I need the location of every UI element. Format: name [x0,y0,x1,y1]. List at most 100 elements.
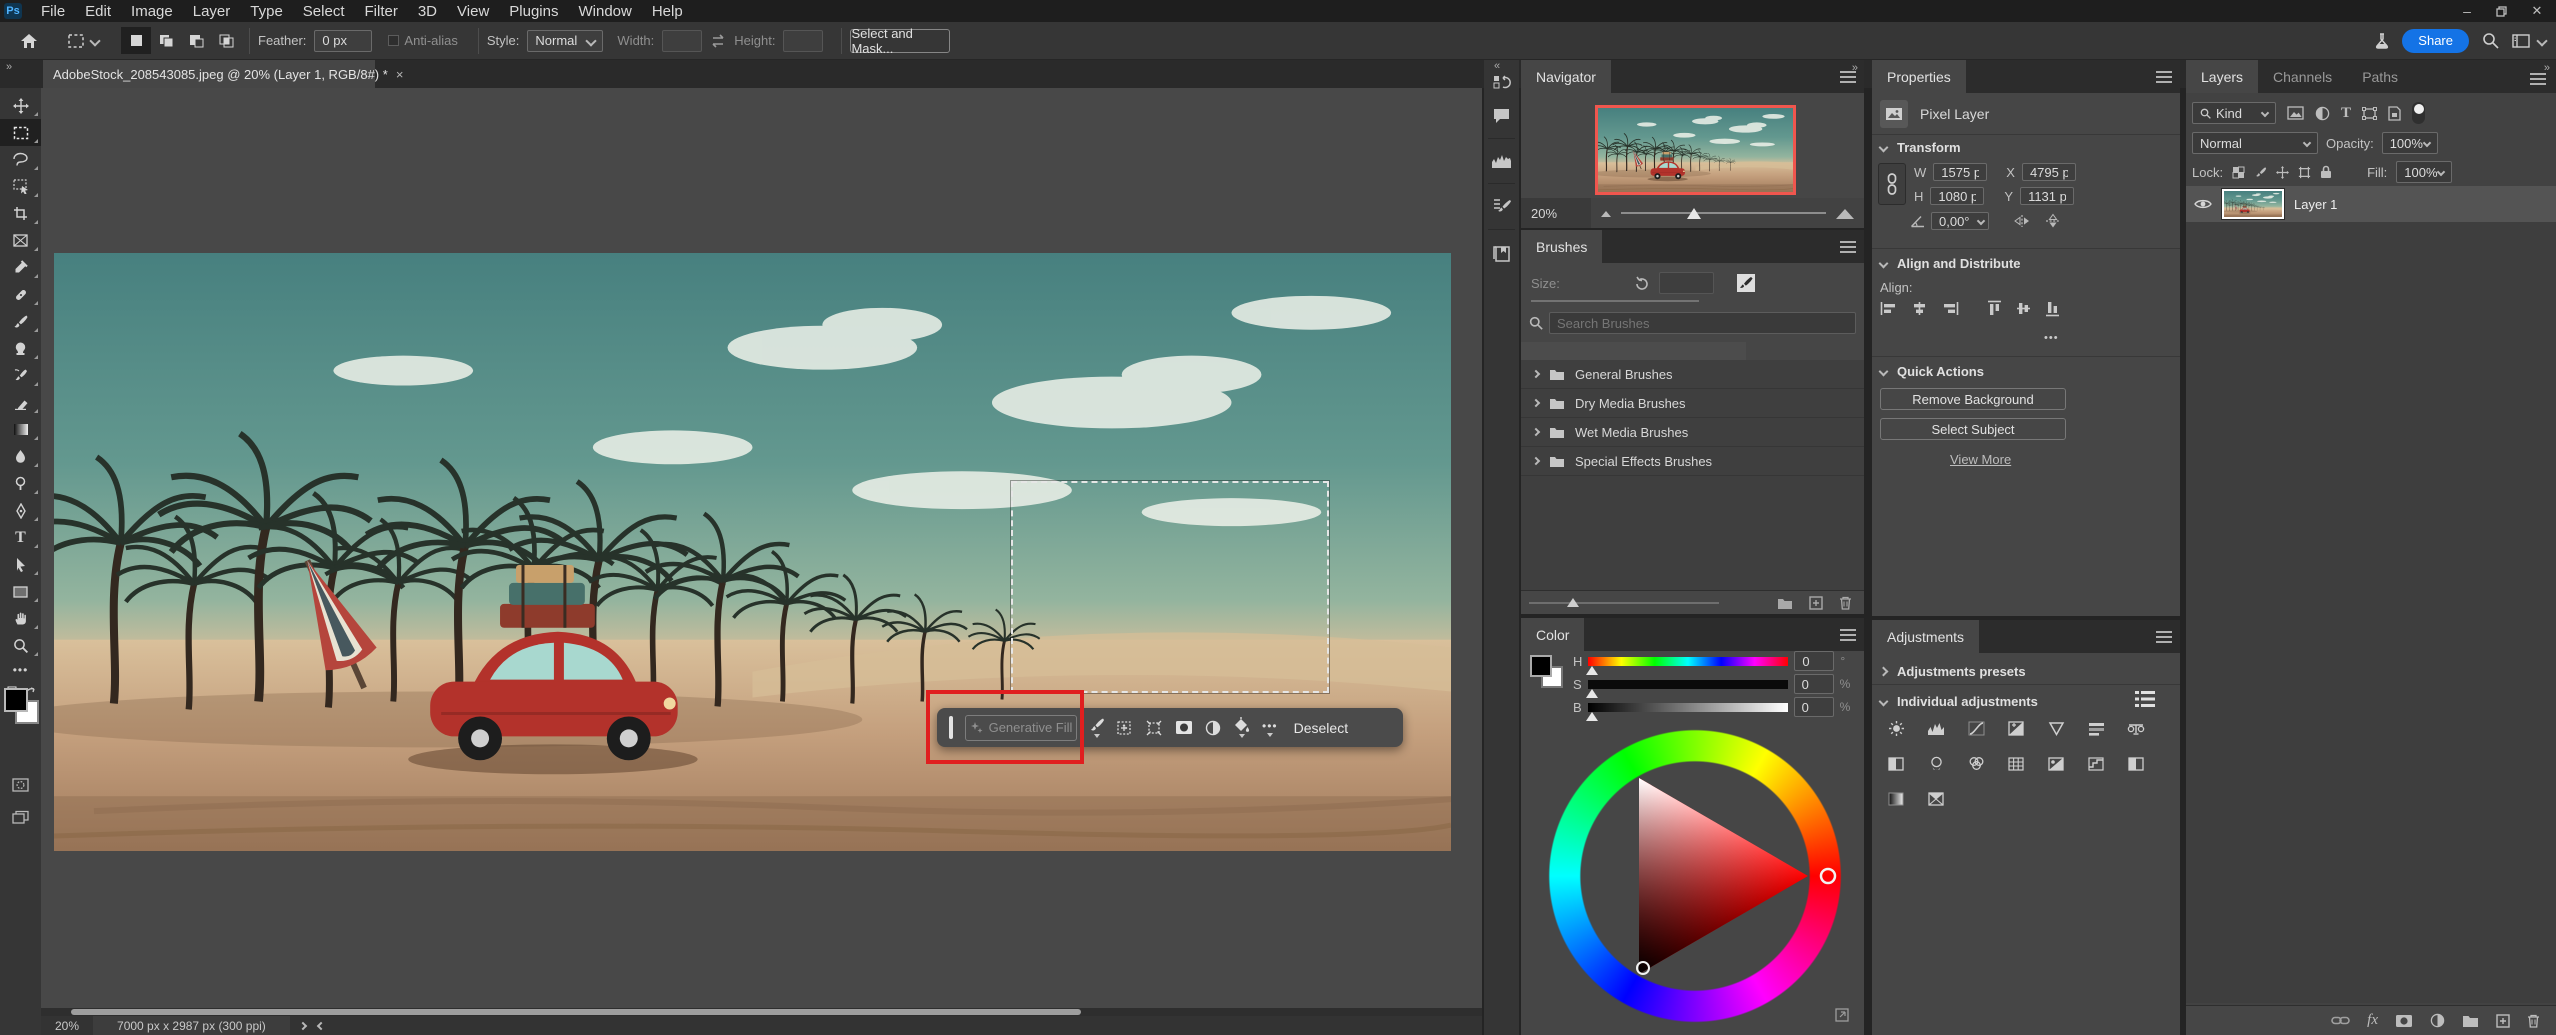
remove-background-button[interactable]: Remove Background [1880,388,2066,410]
color-balance-icon[interactable] [2126,720,2146,737]
beta-flask-icon[interactable] [2374,32,2390,49]
flip-horizontal-icon[interactable] [2013,214,2031,228]
angle-dropdown[interactable]: 0,00° [1931,212,1989,230]
view-more-link[interactable]: View More [1950,452,2011,467]
search-icon[interactable] [2482,32,2499,49]
tool-object-selection[interactable] [0,173,41,200]
status-doc-info[interactable]: 7000 px x 2987 px (300 ppi) [93,1016,290,1035]
link-dimensions-icon[interactable] [1878,163,1906,205]
layers-menu-icon[interactable] [2530,78,2546,80]
new-brush-icon[interactable] [1809,595,1823,610]
menu-help[interactable]: Help [642,3,693,20]
libraries-icon[interactable] [1492,244,1511,263]
filter-adjustment-icon[interactable] [2315,106,2330,121]
individual-adjustments-row[interactable]: Individual adjustments [1878,694,2038,709]
brightness-value[interactable]: 0 [1793,697,1834,717]
delete-icon[interactable] [2527,1014,2540,1028]
menu-filter[interactable]: Filter [355,3,408,20]
anti-alias-checkbox[interactable] [388,35,400,46]
workspace-icon[interactable] [2512,33,2530,48]
menu-3d[interactable]: 3D [408,3,447,20]
lock-transparency-icon[interactable] [2232,166,2245,179]
tab-channels[interactable]: Channels [2258,60,2347,93]
exposure-icon[interactable] [2006,720,2026,737]
tool-preset-marquee[interactable] [67,33,101,49]
curves-icon[interactable] [1966,720,1986,737]
tool-spot-healing-brush[interactable] [0,281,41,308]
add-mask-icon[interactable] [2395,1014,2413,1028]
tool-hand[interactable] [0,605,41,632]
saturation-slider[interactable] [1585,679,1788,698]
lock-pixels-icon[interactable] [2254,166,2267,179]
tab-color[interactable]: Color [1521,618,1585,651]
histogram-icon[interactable] [1491,153,1512,169]
restore-button[interactable] [2484,5,2518,17]
reset-brush-icon[interactable] [1634,276,1649,290]
layer-visibility-icon[interactable] [2194,198,2212,210]
tab-brushes[interactable]: Brushes [1521,230,1603,263]
brightness-slider[interactable] [1585,702,1788,721]
tool-pen[interactable] [0,497,41,524]
minimize-button[interactable]: – [2450,3,2484,19]
swap-dimensions-icon[interactable] [710,33,726,48]
transform-collapse-icon[interactable] [1878,142,1889,153]
document-close-icon[interactable]: × [396,67,404,82]
taskbar-more-options-icon[interactable]: ••• [1262,719,1278,737]
channel-mixer-icon[interactable] [1966,755,1986,772]
subtract-selection-mode[interactable] [181,27,211,54]
menu-select[interactable]: Select [293,3,355,20]
adjust-selection-brush-icon[interactable] [1089,717,1105,738]
threshold-icon[interactable] [2126,755,2146,772]
layer-thumbnail[interactable] [2221,188,2285,220]
adjustments-menu-icon[interactable] [2156,636,2172,638]
close-button[interactable]: ✕ [2518,3,2556,19]
x-input[interactable] [2021,163,2076,181]
align-left-icon[interactable] [1880,301,1897,316]
layer-row[interactable]: Layer 1 [2186,186,2556,222]
align-top-icon[interactable] [1987,300,2002,317]
brush-size-input[interactable] [1658,272,1714,294]
link-icon[interactable] [2331,1015,2350,1026]
adjustment-icon[interactable] [2430,1013,2445,1028]
selection-marquee[interactable] [1011,481,1329,693]
align-bottom-icon[interactable] [2045,300,2060,317]
home-icon[interactable] [8,27,49,54]
tool-rectangular-marquee[interactable] [0,119,41,146]
black-white-icon[interactable] [1886,755,1906,772]
expand-wheel-icon[interactable] [1835,1008,1849,1022]
align-center-h-icon[interactable] [1911,301,1928,316]
menu-plugins[interactable]: Plugins [499,3,568,20]
vibrance-icon[interactable] [2046,720,2066,737]
fx-icon[interactable]: fx [2367,1012,2378,1029]
brightness-contrast-icon[interactable] [1886,720,1906,737]
comments-icon[interactable] [1492,107,1511,124]
tool-path-selection[interactable] [0,551,41,578]
hue-value[interactable]: 0 [1794,651,1835,671]
intersect-selection-mode[interactable] [211,27,241,54]
canvas-area[interactable]: Generative Fill ••• Deselect [41,88,1482,1008]
brush-group-wet-media[interactable]: Wet Media Brushes [1521,418,1864,447]
tool-lasso[interactable] [0,146,41,173]
status-expand-icon[interactable] [298,1021,308,1030]
horizontal-scrollbar[interactable] [41,1008,1482,1016]
history-icon[interactable] [1492,74,1511,93]
group-icon[interactable] [2462,1014,2479,1027]
align-more-icon[interactable]: ••• [2044,332,2059,344]
menu-image[interactable]: Image [121,3,183,20]
layer-name[interactable]: Layer 1 [2294,197,2337,212]
brush-size-slider[interactable] [1531,300,1699,302]
opacity-dropdown[interactable]: 100% [2381,132,2438,154]
y-input[interactable] [2020,187,2075,205]
status-zoom[interactable]: 20% [55,1019,79,1033]
h-input[interactable] [1930,187,1985,205]
feather-input[interactable] [314,29,373,52]
foreground-color-swatch[interactable] [4,688,28,712]
select-and-mask-button[interactable]: Select and Mask... [850,26,951,56]
tool-zoom[interactable] [0,632,41,659]
brush-settings-icon[interactable] [1492,198,1512,215]
share-button[interactable]: Share [2402,28,2469,53]
navigator-menu-icon[interactable] [1840,76,1856,78]
w-input[interactable] [1933,163,1988,181]
edit-toolbar-icon[interactable]: ••• [0,659,41,681]
menu-edit[interactable]: Edit [75,3,121,20]
